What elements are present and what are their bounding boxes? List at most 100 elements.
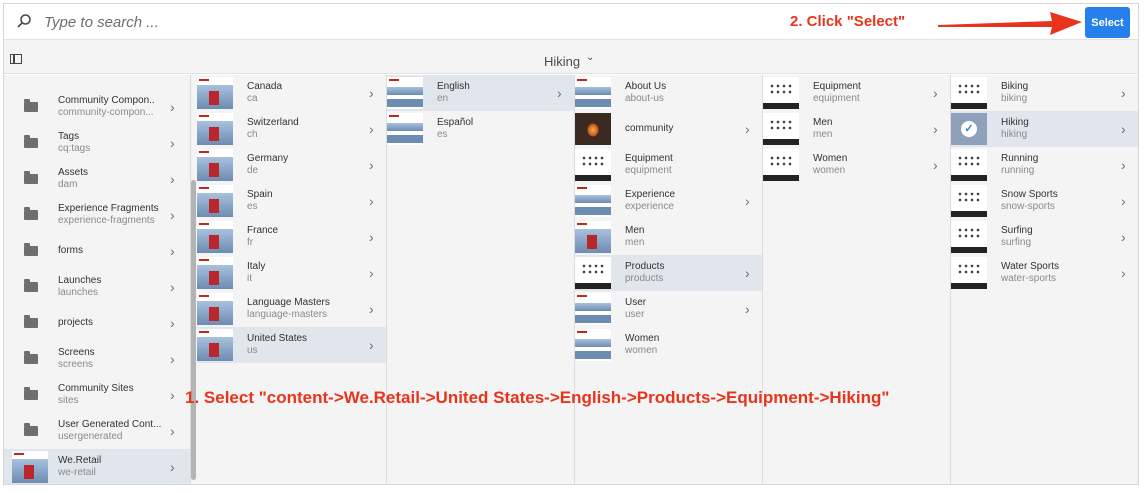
page-thumbnail xyxy=(387,77,423,109)
list-item[interactable]: Italy it › xyxy=(197,255,386,291)
chevron-right-icon[interactable]: › xyxy=(369,301,374,317)
chevron-right-icon[interactable]: › xyxy=(170,459,175,475)
chevron-right-icon[interactable]: › xyxy=(1121,193,1126,209)
item-title: Products xyxy=(625,261,665,272)
chevron-right-icon[interactable]: › xyxy=(1121,229,1126,245)
chevron-right-icon[interactable]: › xyxy=(1121,85,1126,101)
list-item[interactable]: Screens screens › xyxy=(4,341,190,377)
breadcrumb[interactable]: Hiking xyxy=(544,54,580,69)
list-item[interactable]: Women women xyxy=(575,327,762,363)
item-name: us xyxy=(247,345,258,356)
list-item[interactable]: Language Masters language-masters › xyxy=(197,291,386,327)
item-name: user xyxy=(625,309,645,320)
item-title: France xyxy=(247,225,279,236)
item-title: Screens xyxy=(58,347,95,358)
chevron-right-icon[interactable]: › xyxy=(369,121,374,137)
chevron-right-icon[interactable]: › xyxy=(369,229,374,245)
list-item[interactable]: Experience experience › xyxy=(575,183,762,219)
chevron-right-icon[interactable]: › xyxy=(369,193,374,209)
annotation-arrow-icon xyxy=(938,12,1082,35)
list-item[interactable]: English en › xyxy=(387,75,574,111)
chevron-right-icon[interactable]: › xyxy=(369,337,374,353)
list-item[interactable]: Community Compon.. community-compon... › xyxy=(4,89,190,125)
list-item[interactable]: ✓ Hiking hiking › xyxy=(951,111,1138,147)
chevron-down-icon[interactable]: ⌄ xyxy=(586,52,594,63)
list-item[interactable]: Germany de › xyxy=(197,147,386,183)
chevron-right-icon[interactable]: › xyxy=(1121,121,1126,137)
item-name: women xyxy=(813,165,846,176)
list-item[interactable]: Biking biking › xyxy=(951,75,1138,111)
chevron-right-icon[interactable]: › xyxy=(170,423,175,439)
list-item[interactable]: Equipment equipment xyxy=(575,147,762,183)
list-item[interactable]: We.Retail we-retail › xyxy=(4,449,190,484)
item-name: snow-sports xyxy=(1001,201,1055,212)
page-thumbnail xyxy=(197,149,233,181)
item-name: ca xyxy=(247,93,258,104)
search-input[interactable] xyxy=(44,10,444,34)
list-item[interactable]: Experience Fragments experience-fragments… xyxy=(4,197,190,233)
list-item[interactable]: Products products › xyxy=(575,255,762,291)
list-item[interactable]: Canada ca › xyxy=(197,75,386,111)
chevron-right-icon[interactable]: › xyxy=(369,157,374,173)
list-item[interactable]: United States us › xyxy=(197,327,386,363)
chevron-right-icon[interactable]: › xyxy=(170,171,175,187)
list-item[interactable]: User Generated Cont... usergenerated › xyxy=(4,413,190,449)
chevron-right-icon[interactable]: › xyxy=(1121,265,1126,281)
column-equipment: Biking biking › ✓ Hiking hiking › Running runnin… xyxy=(951,75,1138,484)
item-title: Italy xyxy=(247,261,266,272)
folder-icon xyxy=(24,387,38,400)
chevron-right-icon[interactable]: › xyxy=(170,315,175,331)
annotation-step-2: 2. Click "Select" xyxy=(790,13,906,30)
chevron-right-icon[interactable]: › xyxy=(933,157,938,173)
list-item[interactable]: Community Sites sites › xyxy=(4,377,190,413)
chevron-right-icon[interactable]: › xyxy=(170,99,175,115)
chevron-right-icon[interactable]: › xyxy=(745,193,750,209)
list-item[interactable]: User user › xyxy=(575,291,762,327)
list-item[interactable]: Equipment equipment › xyxy=(763,75,950,111)
chevron-right-icon[interactable]: › xyxy=(170,351,175,367)
list-item[interactable]: Running running › xyxy=(951,147,1138,183)
chevron-right-icon[interactable]: › xyxy=(170,387,175,403)
list-item[interactable]: Launches launches › xyxy=(4,269,190,305)
item-title: Surfing xyxy=(1001,225,1033,236)
scrollbar[interactable] xyxy=(191,180,196,480)
list-item[interactable]: Tags cq:tags › xyxy=(4,125,190,161)
list-item[interactable]: Men men › xyxy=(763,111,950,147)
chevron-right-icon[interactable]: › xyxy=(1121,157,1126,173)
chevron-right-icon[interactable]: › xyxy=(933,85,938,101)
item-name: community-compon... xyxy=(58,107,154,118)
list-item[interactable]: Men men xyxy=(575,219,762,255)
list-item[interactable]: Spain es › xyxy=(197,183,386,219)
chevron-right-icon[interactable]: › xyxy=(170,207,175,223)
chevron-right-icon[interactable]: › xyxy=(745,121,750,137)
chevron-right-icon[interactable]: › xyxy=(170,135,175,151)
item-title: community xyxy=(625,123,674,134)
list-item[interactable]: community › xyxy=(575,111,762,147)
list-item[interactable]: projects › xyxy=(4,305,190,341)
list-item[interactable]: Snow Sports snow-sports › xyxy=(951,183,1138,219)
item-title: Switzerland xyxy=(247,117,299,128)
item-name: es xyxy=(247,201,258,212)
chevron-right-icon[interactable]: › xyxy=(170,279,175,295)
item-name: en xyxy=(437,93,449,104)
chevron-right-icon[interactable]: › xyxy=(745,301,750,317)
list-item[interactable]: Switzerland ch › xyxy=(197,111,386,147)
list-item[interactable]: forms › xyxy=(4,233,190,269)
list-item[interactable]: France fr › xyxy=(197,219,386,255)
chevron-right-icon[interactable]: › xyxy=(557,85,562,101)
annotation-step-1: 1. Select "content->We.Retail->United St… xyxy=(185,388,890,407)
chevron-right-icon[interactable]: › xyxy=(745,265,750,281)
select-button[interactable]: Select xyxy=(1085,7,1130,38)
list-item[interactable]: Surfing surfing › xyxy=(951,219,1138,255)
chevron-right-icon[interactable]: › xyxy=(170,243,175,259)
list-item[interactable]: Assets dam › xyxy=(4,161,190,197)
toggle-rail-icon[interactable] xyxy=(10,54,22,64)
list-item[interactable]: Women women › xyxy=(763,147,950,183)
list-item[interactable]: About Us about-us xyxy=(575,75,762,111)
list-item[interactable]: Water Sports water-sports › xyxy=(951,255,1138,291)
chevron-right-icon[interactable]: › xyxy=(369,265,374,281)
item-title: Biking xyxy=(1001,81,1029,92)
chevron-right-icon[interactable]: › xyxy=(933,121,938,137)
list-item[interactable]: Español es xyxy=(387,111,574,147)
chevron-right-icon[interactable]: › xyxy=(369,85,374,101)
